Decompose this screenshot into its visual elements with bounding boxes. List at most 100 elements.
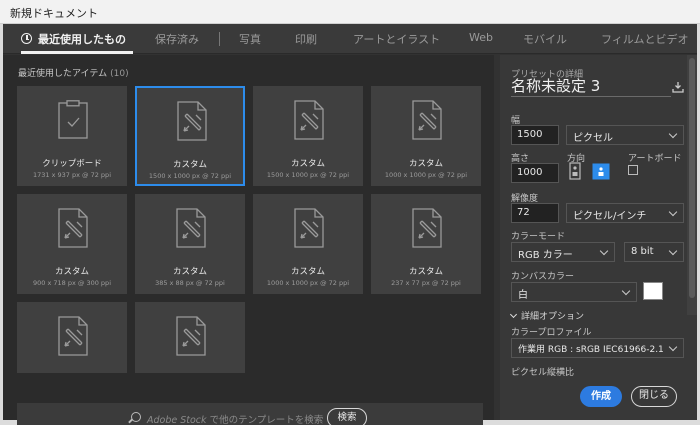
- recent-item-dimensions: 385 x 88 px @ 72 ppi: [155, 279, 225, 287]
- recent-item-card[interactable]: カスタム 1500 x 1000 px @ 72 ppi: [253, 86, 363, 186]
- canvas-color-select[interactable]: 白: [511, 282, 637, 302]
- new-document-dialog: 最近使用したもの 保存済み 写真 印刷 アートとイラスト Web モバイル フィ…: [3, 24, 697, 425]
- custom-document-icon: [412, 100, 442, 140]
- category-tabs: 最近使用したもの 保存済み 写真 印刷 アートとイラスト Web モバイル フィ…: [3, 24, 697, 54]
- chevron-down-icon: [621, 286, 631, 296]
- tab-saved[interactable]: 保存済み: [155, 31, 199, 47]
- window-title: 新規ドキュメント: [10, 7, 98, 20]
- stock-search-bar[interactable]: Adobe Stock で他のテンプレートを検索 検索: [17, 403, 483, 425]
- tab-film-video[interactable]: フィルムとビデオ: [601, 31, 689, 47]
- width-input[interactable]: 1500: [511, 125, 559, 145]
- recent-item-card[interactable]: カスタム 237 x 77 px @ 72 ppi: [371, 194, 481, 294]
- bit-depth-select[interactable]: 8 bit: [624, 242, 684, 262]
- custom-document-icon: [294, 100, 324, 140]
- color-mode-select[interactable]: RGB カラー: [511, 242, 615, 262]
- portrait-orientation-icon[interactable]: [566, 161, 584, 181]
- custom-document-icon: [294, 208, 324, 248]
- canvas-color-value: 白: [518, 290, 528, 301]
- recent-item-card[interactable]: カスタム 1500 x 1000 px @ 72 ppi: [135, 86, 245, 186]
- recent-item-label: カスタム: [408, 159, 443, 169]
- recent-item-card[interactable]: クリップボード 1731 x 937 px @ 72 ppi: [17, 86, 127, 186]
- tab-label: 最近使用したもの: [38, 33, 126, 46]
- height-input[interactable]: 1000: [511, 163, 559, 183]
- advanced-options-label: 詳細オプション: [521, 312, 585, 322]
- bit-depth-value: 8 bit: [631, 246, 654, 257]
- clipboard-icon: [58, 100, 88, 139]
- scrollbar-thumb[interactable]: [689, 58, 695, 298]
- recent-item-dimensions: 1000 x 1000 px @ 72 ppi: [384, 171, 468, 179]
- chevron-down-icon: [668, 207, 678, 217]
- save-preset-icon[interactable]: [672, 81, 684, 93]
- active-tab-indicator: [21, 51, 133, 54]
- recent-item-card[interactable]: [135, 302, 245, 373]
- search-placeholder: で他のテンプレートを検索: [209, 415, 324, 425]
- custom-document-icon: [176, 316, 206, 356]
- artboard-checkbox[interactable]: [628, 165, 638, 175]
- recent-item-dimensions: 900 x 718 px @ 300 ppi: [33, 279, 111, 287]
- recent-item-card[interactable]: カスタム 1000 x 1000 px @ 72 ppi: [253, 194, 363, 294]
- width-unit-select[interactable]: ピクセル: [566, 125, 684, 145]
- recent-item-card[interactable]: カスタム 385 x 88 px @ 72 ppi: [135, 194, 245, 294]
- recent-item-dimensions: 1500 x 1000 px @ 72 ppi: [266, 171, 350, 179]
- width-unit-value: ピクセル: [573, 133, 613, 144]
- preset-panel-scrollbar[interactable]: [687, 55, 697, 315]
- color-profile-label: カラープロファイル: [511, 328, 592, 338]
- resolution-unit-value: ピクセル/インチ: [573, 211, 647, 222]
- preset-name-text: 名称未設定 3: [511, 77, 601, 95]
- color-profile-select[interactable]: 作業用 RGB : sRGB IEC61966-2.1: [511, 338, 684, 358]
- chevron-down-icon: [668, 129, 678, 139]
- artboard-label: アートボード: [628, 154, 682, 164]
- search-button[interactable]: 検索: [327, 408, 367, 425]
- tab-recent[interactable]: 最近使用したもの: [21, 31, 126, 47]
- recent-items-panel: 最近使用したアイテム (10) クリップボード 1731 x 937 px @ 72…: [3, 55, 494, 425]
- recent-item-card[interactable]: カスタム 900 x 718 px @ 300 ppi: [17, 194, 127, 294]
- recent-items-title: 最近使用したアイテム: [18, 69, 108, 79]
- recent-item-label: カスタム: [290, 267, 325, 277]
- custom-document-icon: [176, 208, 206, 248]
- chevron-down-icon: [509, 310, 518, 319]
- recent-item-label: カスタム: [172, 160, 207, 170]
- search-input[interactable]: Adobe Stock で他のテンプレートを検索: [147, 412, 323, 425]
- recent-item-dimensions: 1731 x 937 px @ 72 ppi: [33, 171, 111, 179]
- recent-items-count: (10): [110, 69, 129, 79]
- color-profile-value: 作業用 RGB : sRGB IEC61966-2.1: [518, 345, 664, 355]
- recent-items-heading: 最近使用したアイテム (10): [18, 66, 129, 79]
- landscape-orientation-icon[interactable]: [592, 161, 610, 181]
- adobe-stock-label: Adobe Stock: [147, 415, 207, 425]
- custom-document-icon: [412, 208, 442, 248]
- recent-item-label: カスタム: [290, 159, 325, 169]
- window-titlebar: 新規ドキュメント: [0, 0, 700, 24]
- preset-name[interactable]: 名称未設定 3: [511, 75, 671, 97]
- close-button[interactable]: 閉じる: [631, 386, 677, 407]
- recent-item-card[interactable]: カスタム 1000 x 1000 px @ 72 ppi: [371, 86, 481, 186]
- canvas-color-swatch[interactable]: [643, 282, 663, 300]
- chevron-down-icon: [668, 342, 678, 352]
- custom-document-icon: [58, 208, 88, 248]
- recent-item-dimensions: 1000 x 1000 px @ 72 ppi: [266, 279, 350, 287]
- resolution-unit-select[interactable]: ピクセル/インチ: [566, 203, 684, 223]
- color-mode-label: カラーモード: [511, 232, 566, 242]
- recent-item-label: カスタム: [172, 267, 207, 277]
- custom-document-icon: [177, 101, 207, 141]
- custom-document-icon: [58, 316, 88, 356]
- resolution-input[interactable]: 72: [511, 203, 559, 223]
- tab-art-illustration[interactable]: アートとイラスト: [353, 31, 440, 47]
- preset-details-panel: プリセットの詳細 名称未設定 3 幅 1500 ピクセル 高さ 方向 アートボー…: [500, 55, 697, 420]
- recent-item-card[interactable]: [17, 302, 127, 373]
- tab-print[interactable]: 印刷: [295, 31, 317, 47]
- tab-mobile[interactable]: モバイル: [523, 31, 567, 47]
- color-mode-value: RGB カラー: [518, 250, 573, 261]
- preset-name-underline: [511, 96, 671, 97]
- canvas-color-label: カンバスカラー: [511, 272, 575, 282]
- tab-web[interactable]: Web: [469, 31, 493, 44]
- chevron-down-icon: [599, 246, 609, 256]
- create-button[interactable]: 作成: [580, 386, 622, 407]
- clock-icon: [21, 33, 32, 44]
- search-icon: [131, 412, 141, 422]
- chevron-down-icon: [668, 246, 678, 256]
- tab-separator: [219, 32, 220, 46]
- recent-item-dimensions: 1500 x 1000 px @ 72 ppi: [148, 172, 232, 180]
- advanced-options-toggle[interactable]: 詳細オプション: [509, 309, 585, 322]
- tab-photo[interactable]: 写真: [239, 31, 261, 47]
- pixel-aspect-label: ピクセル縦横比: [511, 368, 575, 378]
